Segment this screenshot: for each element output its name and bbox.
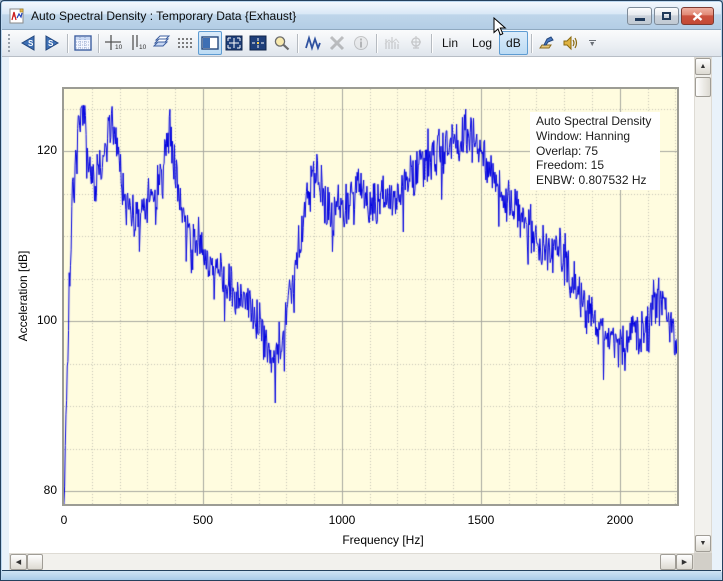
x-tick-label: 1000	[314, 513, 370, 527]
vertical-scrollbar[interactable]: ▲ ▼	[694, 57, 712, 553]
svg-text:S: S	[28, 39, 34, 48]
probe-icon	[407, 35, 425, 51]
lin-scale-button[interactable]: Lin	[435, 31, 465, 55]
arrow-up-icon: ▲	[700, 63, 707, 70]
title-bar[interactable]: Auto Spectral Density : Temporary Data {…	[2, 2, 721, 30]
chart-panel: 120 100 80 0 500 1000 1500 2000 Frequenc…	[9, 57, 694, 553]
app-window: Auto Spectral Density : Temporary Data {…	[0, 0, 723, 581]
stamp-icon	[538, 35, 556, 51]
arrow-left-icon: ◀	[16, 558, 21, 566]
horizontal-scroll-thumb[interactable]	[27, 554, 43, 570]
arrow-right-icon: ▶	[682, 558, 687, 566]
window-controls	[627, 7, 714, 25]
info-button	[349, 31, 373, 55]
restore-icon	[662, 12, 671, 20]
scrollbar-corner	[694, 553, 712, 571]
info-icon	[352, 35, 370, 51]
zoom-selection-icon	[249, 35, 267, 51]
chart-client-area: 120 100 80 0 500 1000 1500 2000 Frequenc…	[2, 57, 723, 572]
y-tick-label: 120	[23, 143, 57, 157]
magnifier-button[interactable]	[270, 31, 294, 55]
y-axis-label: Acceleration [dB]	[16, 226, 30, 366]
audio-button[interactable]	[559, 31, 583, 55]
toolbar: S S 10 10	[2, 30, 721, 57]
data-table-button[interactable]	[71, 31, 95, 55]
x-axis-log-button[interactable]: 10	[102, 31, 126, 55]
zoom-out-full-icon	[225, 35, 243, 51]
toolbar-separator	[531, 34, 532, 53]
next-signal-button[interactable]: S	[40, 31, 64, 55]
db-scale-button[interactable]: dB	[499, 31, 528, 55]
zoom-selection-button[interactable]	[246, 31, 270, 55]
chevron-down-icon: ▼	[589, 42, 596, 47]
toolbar-grip[interactable]	[8, 34, 11, 52]
prev-signal-icon: S	[18, 34, 38, 52]
window-bottom-border	[2, 570, 721, 580]
magnifier-icon	[273, 35, 291, 51]
zoom-out-full-button[interactable]	[222, 31, 246, 55]
annotation-line: Freedom: 15	[536, 158, 660, 173]
harmonics-button	[380, 31, 404, 55]
toolbar-separator	[67, 34, 68, 53]
prev-signal-button[interactable]: S	[16, 31, 40, 55]
arrow-down-icon: ▼	[700, 540, 707, 547]
signal-wave-button[interactable]	[301, 31, 325, 55]
y-axis-log-button[interactable]: 10	[126, 31, 150, 55]
svg-text:10: 10	[139, 44, 147, 51]
scroll-right-button[interactable]: ▶	[676, 554, 693, 570]
x-axis-label: Frequency [Hz]	[303, 533, 463, 547]
x-axis-log-icon: 10	[104, 34, 124, 52]
annotation-box: Auto Spectral Density Window: Hanning Ov…	[530, 112, 660, 190]
data-table-icon	[74, 35, 92, 51]
scroll-left-button[interactable]: ◀	[10, 554, 27, 570]
x-tick-label: 1500	[453, 513, 509, 527]
stamp-button[interactable]	[535, 31, 559, 55]
signal-wave-icon	[304, 35, 322, 51]
toolbar-overflow-button[interactable]: ▼	[589, 40, 596, 47]
svg-text:S: S	[48, 39, 54, 48]
horizontal-scrollbar[interactable]: ◀ ▶	[9, 553, 694, 571]
overlay-traces-button[interactable]	[150, 31, 174, 55]
x-tick-label: 500	[175, 513, 231, 527]
app-icon	[9, 8, 25, 24]
minimize-button[interactable]	[627, 7, 652, 25]
close-button[interactable]	[681, 7, 714, 25]
probe-button	[404, 31, 428, 55]
annotation-line: Window: Hanning	[536, 129, 660, 144]
annotation-line: ENBW: 0.807532 Hz	[536, 173, 660, 188]
scroll-down-button[interactable]: ▼	[695, 535, 711, 552]
grid-lines-icon	[177, 35, 195, 51]
log-scale-button[interactable]: Log	[465, 31, 499, 55]
close-icon	[692, 12, 703, 21]
y-axis-log-icon: 10	[128, 34, 148, 52]
split-view-button[interactable]	[198, 31, 222, 55]
harmonics-icon	[383, 35, 401, 51]
grid-lines-button[interactable]	[174, 31, 198, 55]
minimize-icon	[635, 18, 645, 21]
toolbar-separator	[297, 34, 298, 53]
vertical-scroll-thumb[interactable]	[695, 77, 711, 97]
window-title: Auto Spectral Density : Temporary Data {…	[31, 9, 296, 23]
scroll-up-button[interactable]: ▲	[695, 58, 711, 75]
next-signal-icon: S	[42, 34, 62, 52]
toolbar-separator	[98, 34, 99, 53]
delete-icon	[328, 35, 346, 51]
delete-button	[325, 31, 349, 55]
annotation-line: Overlap: 75	[536, 144, 660, 159]
y-tick-label: 80	[23, 483, 57, 497]
overlay-traces-icon	[153, 35, 171, 51]
x-tick-label: 0	[36, 513, 92, 527]
audio-icon	[562, 35, 580, 51]
x-tick-label: 2000	[592, 513, 648, 527]
svg-text:10: 10	[115, 44, 123, 51]
horizontal-scroll-track[interactable]	[43, 554, 660, 570]
split-view-icon	[201, 35, 219, 51]
scroll-extra-button[interactable]	[660, 554, 676, 570]
toolbar-separator	[376, 34, 377, 53]
toolbar-separator	[431, 34, 432, 53]
annotation-line: Auto Spectral Density	[536, 114, 660, 129]
restore-button[interactable]	[654, 7, 679, 25]
